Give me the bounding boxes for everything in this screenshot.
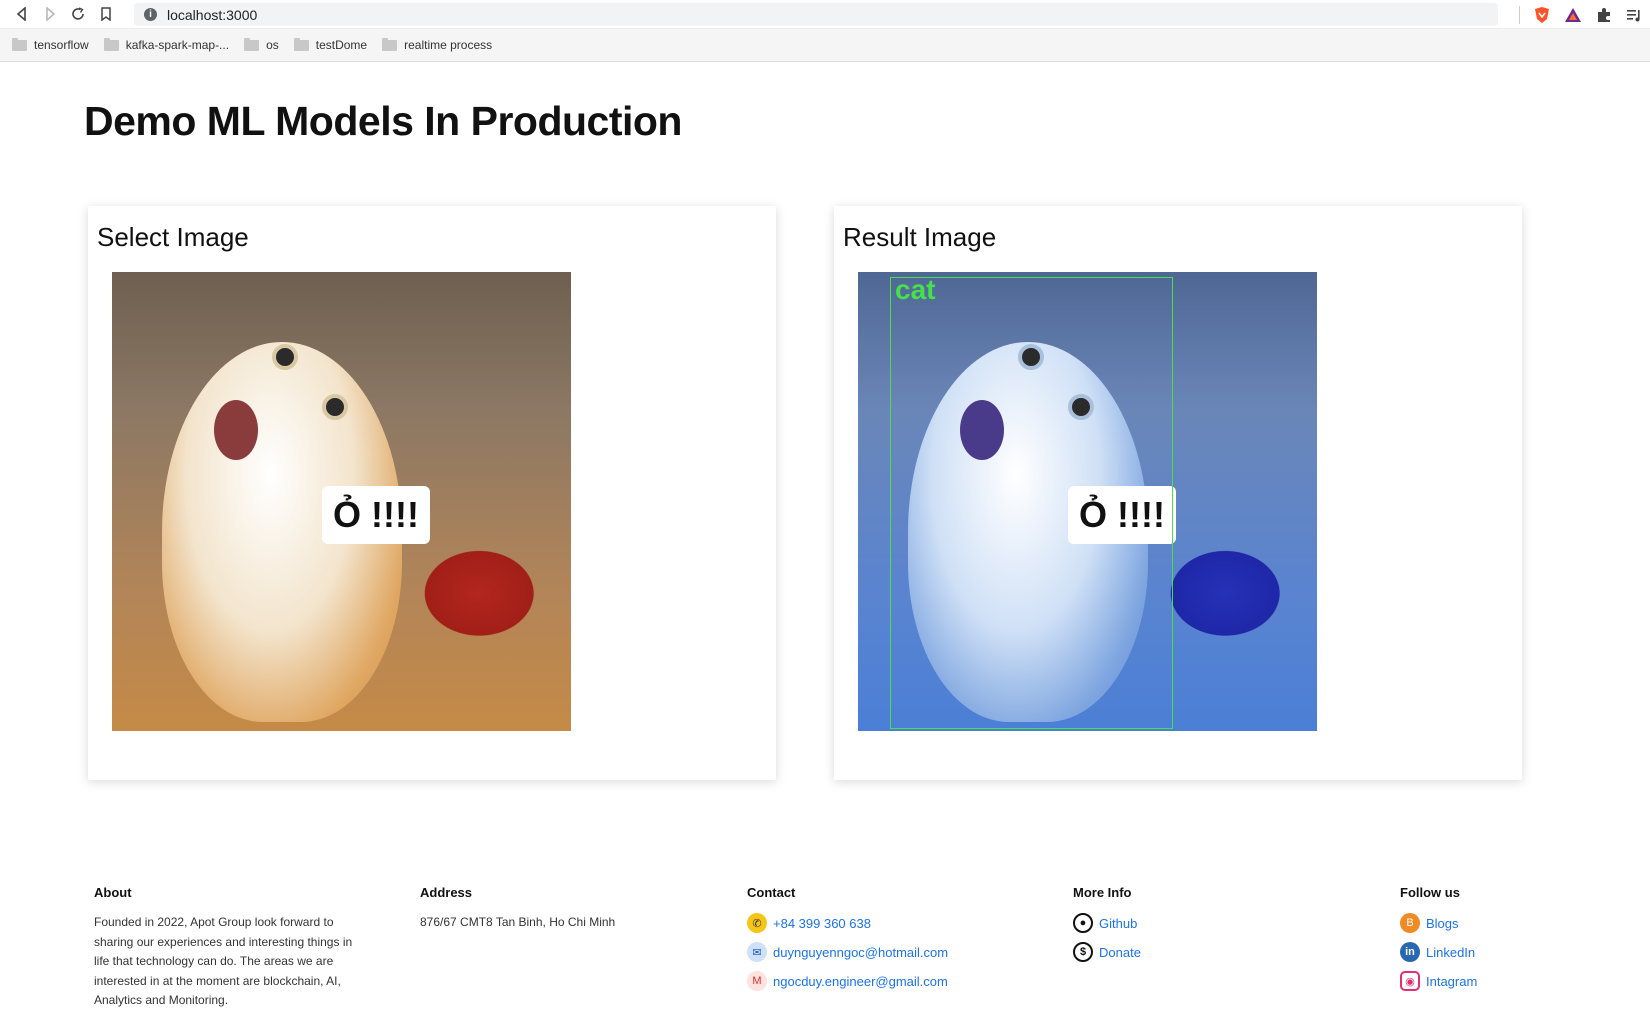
back-button[interactable] [8, 0, 36, 28]
linkedin-link[interactable]: in LinkedIn [1400, 942, 1600, 962]
instagram-icon: ◉ [1400, 971, 1420, 991]
cat-mouth [214, 400, 258, 460]
url-text: localhost:3000 [167, 6, 258, 23]
footer-about: About Founded in 2022, Apot Group look f… [94, 885, 374, 1011]
address-text: 876/67 CMT8 Tan Binh, Ho Chi Minh [420, 915, 616, 929]
bookmark-kafka-spark[interactable]: kafka-spark-map-... [103, 37, 229, 52]
instagram-link[interactable]: ◉ Intagram [1400, 971, 1600, 991]
linkedin-icon: in [1400, 942, 1420, 962]
cat-eye [272, 344, 298, 370]
select-image-title: Select Image [97, 222, 249, 252]
result-image-card: Result Image Ỏ !!!! cat [834, 206, 1522, 780]
speech-bubble: Ỏ !!!! [322, 486, 430, 544]
folder-icon [382, 37, 398, 51]
hotmail-link[interactable]: ✉ duynguyenngoc@hotmail.com [747, 942, 1027, 962]
dollar-icon: $ [1073, 942, 1093, 962]
gmail-link[interactable]: M ngocduy.engineer@gmail.com [747, 971, 1027, 991]
bookmark-os[interactable]: os [244, 37, 279, 52]
toolbar-separator [1519, 5, 1520, 24]
github-link[interactable]: ● Github [1073, 913, 1353, 933]
detection-label: cat [895, 274, 936, 305]
footer-follow-us: Follow us B Blogs in LinkedIn ◉ Intagram [1400, 885, 1600, 1000]
playlist-icon[interactable] [1626, 8, 1642, 22]
reload-icon [72, 7, 84, 20]
extensions-icon[interactable] [1596, 7, 1612, 23]
more-info-heading: More Info [1073, 885, 1132, 900]
bookmark-icon [101, 7, 111, 21]
bookmark-button[interactable] [92, 0, 120, 28]
folder-icon [293, 37, 309, 51]
footer-more-info: More Info ● Github $ Donate [1073, 885, 1353, 971]
folder-icon [244, 37, 260, 51]
bookmark-testdome[interactable]: testDome [293, 37, 367, 52]
brave-shield-icon[interactable] [1534, 6, 1550, 24]
github-icon: ● [1073, 913, 1093, 933]
detection-bounding-box: cat [890, 274, 1173, 729]
result-image-title: Result Image [843, 222, 997, 252]
bookmarks-bar: tensorflow kafka-spark-map-... os testDo… [0, 29, 1650, 62]
site-info-icon[interactable]: i [144, 8, 157, 21]
selected-image[interactable]: Ỏ !!!! [112, 272, 571, 731]
result-image: Ỏ !!!! cat [858, 272, 1317, 731]
address-heading: Address [420, 885, 473, 900]
blogs-link[interactable]: B Blogs [1400, 913, 1600, 933]
bookmark-tensorflow[interactable]: tensorflow [12, 37, 89, 52]
bookmark-realtime-process[interactable]: realtime process [382, 37, 492, 52]
footer-contact: Contact ✆ +84 399 360 638 ✉ duynguyenngo… [747, 885, 1027, 1000]
forward-icon [46, 7, 56, 21]
reload-button[interactable] [64, 0, 92, 28]
about-text: Founded in 2022, Apot Group look forward… [94, 915, 353, 1007]
footer-address: Address 876/67 CMT8 Tan Binh, Ho Chi Min… [420, 885, 700, 933]
page-title: Demo ML Models In Production [84, 98, 682, 144]
forward-button[interactable] [36, 0, 64, 28]
folder-icon [12, 37, 27, 51]
gmail-icon: M [747, 971, 767, 991]
select-image-card: Select Image Ỏ !!!! [88, 206, 776, 780]
brave-rewards-icon[interactable] [1564, 7, 1582, 23]
browser-toolbar: i localhost:3000 [0, 0, 1650, 29]
address-bar[interactable]: i localhost:3000 [134, 3, 1498, 26]
back-icon [16, 7, 26, 21]
follow-heading: Follow us [1400, 885, 1460, 900]
cat-eye [322, 394, 348, 420]
phone-icon: ✆ [747, 913, 767, 933]
about-heading: About [94, 885, 132, 900]
folder-icon [103, 37, 119, 51]
contact-heading: Contact [747, 885, 796, 900]
blogger-icon: B [1400, 913, 1420, 933]
donate-link[interactable]: $ Donate [1073, 942, 1353, 962]
phone-link[interactable]: ✆ +84 399 360 638 [747, 913, 1027, 933]
outlook-icon: ✉ [747, 942, 767, 962]
